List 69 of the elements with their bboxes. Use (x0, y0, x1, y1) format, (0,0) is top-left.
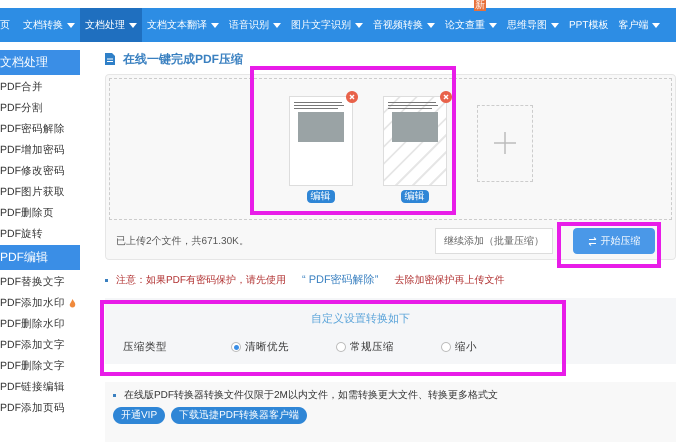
sidebar-item-label[interactable]: PDF合并 (0, 77, 43, 98)
info-text: 在线版PDF转换器转换文件仅限于2M以内文件，如需转换更大文件、转换更多格式文 (124, 388, 498, 403)
sidebar-item[interactable]: PDF旋转 (0, 224, 80, 245)
radio-label[interactable]: 清晰优先 (245, 340, 289, 356)
sidebar-item[interactable]: PDF链接编辑 (0, 377, 80, 398)
sidebar-item-label[interactable]: PDF删除页 (0, 203, 54, 224)
sidebar-item-label[interactable]: PDF删除水印 (0, 314, 65, 335)
drop-zone[interactable]: 编辑 编辑 (109, 78, 672, 220)
sidebar-item-label[interactable]: PDF图片获取 (0, 182, 65, 203)
sidebar-item[interactable]: PDF替换文字 (0, 272, 80, 293)
continue-add-button[interactable]: 继续添加（批量压缩） (435, 228, 553, 254)
edit-button[interactable]: 编辑 (306, 190, 334, 203)
document-icon (105, 53, 115, 65)
upload-status: 已上传2个文件，共671.30K。 (116, 234, 250, 249)
page-title: 在线一键完成PDF压缩 (123, 51, 243, 68)
info-button[interactable]: 开通VIP (113, 407, 166, 424)
sidebar-item[interactable]: PDF合并 (0, 77, 80, 98)
nav-item-label[interactable]: 文档处理 (85, 18, 125, 32)
bullet-icon (113, 394, 116, 397)
edit-button[interactable]: 编辑 (400, 190, 428, 203)
sidebar-item[interactable]: PDF删除水印 (0, 314, 80, 335)
sidebar-item-label[interactable]: PDF添加水印 (0, 293, 65, 314)
radio-option[interactable]: 缩小 (441, 340, 546, 356)
sidebar-item-label[interactable]: PDF增加密码 (0, 140, 65, 161)
sidebar-item-label[interactable]: PDF旋转 (0, 224, 43, 245)
pdf-thumbnail[interactable] (288, 96, 352, 186)
password-remove-link[interactable]: “ PDF密码解除” (302, 272, 378, 288)
sidebar-item[interactable]: PDF图片获取 (0, 182, 80, 203)
close-icon[interactable] (346, 90, 358, 103)
radio-label[interactable]: 缩小 (455, 340, 477, 356)
sidebar-item[interactable]: PDF分割 (0, 98, 80, 119)
radio-option[interactable]: 清晰优先 (231, 340, 336, 356)
pdf-thumbnail[interactable] (382, 96, 446, 186)
photo-placeholder (392, 112, 438, 142)
compress-type-label: 压缩类型 (123, 340, 168, 354)
bullet-icon (105, 278, 108, 282)
close-icon[interactable] (440, 90, 452, 103)
sidebar-item-label[interactable]: PDF删除文字 (0, 356, 65, 377)
notice-text: 去除加密保护再上传文件 (394, 274, 504, 288)
radio-option[interactable]: 常规压缩 (336, 340, 441, 356)
sidebar-item[interactable]: PDF修改密码 (0, 161, 80, 182)
info-button[interactable]: 下载迅捷PDF转换器客户端 (171, 407, 308, 424)
sidebar-item[interactable]: PDF密码解除 (0, 119, 80, 140)
sidebar-item-label[interactable]: PDF修改密码 (0, 161, 65, 182)
sidebar-item[interactable]: PDF添加页码 (0, 398, 80, 419)
settings-title: 自定义设置转换如下 (310, 312, 411, 327)
sidebar-item-label[interactable]: PDF分割 (0, 98, 43, 119)
sidebar-header: PDF编辑 (0, 245, 80, 270)
sidebar-item[interactable]: PDF添加水印 (0, 293, 80, 314)
add-file-tile[interactable] (476, 104, 532, 182)
sidebar-item[interactable]: PDF删除文字 (0, 356, 80, 377)
photo-placeholder (298, 112, 344, 142)
radio-icon[interactable] (441, 342, 451, 352)
radio-label[interactable]: 常规压缩 (350, 340, 394, 356)
sidebar-item[interactable]: PDF删除页 (0, 203, 80, 224)
notice-text: 注意：如果PDF有密码保护，请先使用 (116, 274, 286, 288)
sidebar-item-label[interactable]: PDF添加文字 (0, 335, 65, 356)
plus-icon (494, 132, 516, 154)
swap-icon (588, 236, 596, 246)
sidebar-header: 文档处理 (0, 50, 80, 75)
nav-item[interactable]: 文档处理 (80, 8, 142, 42)
radio-icon[interactable] (231, 342, 241, 352)
radio-icon[interactable] (336, 342, 346, 352)
sidebar-item[interactable]: PDF添加文字 (0, 335, 80, 356)
sidebar-item-label[interactable]: PDF添加页码 (0, 398, 65, 419)
sidebar-item-label[interactable]: PDF替换文字 (0, 272, 65, 293)
sidebar-item[interactable]: PDF增加密码 (0, 140, 80, 161)
sidebar-item-label[interactable]: PDF密码解除 (0, 119, 65, 140)
sidebar-item-label[interactable]: PDF链接编辑 (0, 377, 65, 398)
